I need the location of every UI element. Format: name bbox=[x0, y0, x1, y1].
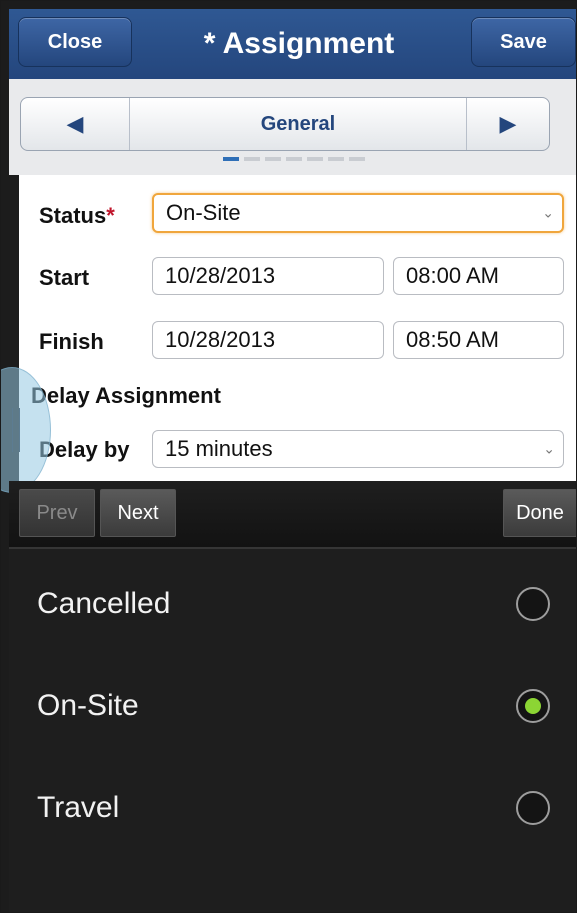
page-indicator-dot bbox=[286, 157, 302, 161]
start-date-field[interactable]: 10/28/2013 bbox=[152, 257, 384, 295]
page-indicator-dot bbox=[244, 157, 260, 161]
app-frame: Close * Assignment Save ◀ General ▶ Stat… bbox=[0, 0, 577, 913]
finish-date-field[interactable]: 10/28/2013 bbox=[152, 321, 384, 359]
picker-option-label: Travel bbox=[37, 791, 120, 824]
picker-option-label: Cancelled bbox=[37, 587, 171, 620]
picker-option-cancelled[interactable]: Cancelled bbox=[9, 553, 576, 655]
page-indicator-dot bbox=[349, 157, 365, 161]
radio-button-selected[interactable] bbox=[516, 689, 550, 723]
page-indicator-dot bbox=[328, 157, 344, 161]
grip-icon bbox=[12, 408, 20, 452]
picker-option-travel[interactable]: Travel bbox=[9, 757, 576, 859]
keyboard-toolbar: Prev Next Done bbox=[9, 481, 576, 547]
start-label: Start bbox=[39, 265, 90, 290]
page-indicator-dot bbox=[223, 157, 239, 161]
status-select-value: On-Site bbox=[166, 200, 241, 225]
finish-time-field[interactable]: 08:50 AM bbox=[393, 321, 564, 359]
page-indicator-dot bbox=[265, 157, 281, 161]
assignment-form: Status* On-Site ⌄ Start 10/28/2013 08:00… bbox=[19, 175, 576, 481]
save-button[interactable]: Save bbox=[471, 17, 576, 67]
previous-tab-button[interactable]: ◀ bbox=[21, 98, 130, 150]
triangle-right-icon: ▶ bbox=[499, 111, 517, 136]
status-picker-list: Cancelled On-Site Travel bbox=[9, 547, 576, 912]
delay-label: Delay by bbox=[39, 437, 130, 462]
tab-navigation: ◀ General ▶ bbox=[9, 79, 576, 175]
status-select[interactable]: On-Site ⌄ bbox=[152, 193, 564, 233]
picker-option-on-site[interactable]: On-Site bbox=[9, 655, 576, 757]
tab-general[interactable]: General bbox=[131, 98, 465, 150]
radio-button[interactable] bbox=[516, 791, 550, 825]
triangle-left-icon: ◀ bbox=[66, 111, 84, 136]
page-indicator bbox=[223, 157, 365, 161]
start-time-field[interactable]: 08:00 AM bbox=[393, 257, 564, 295]
prev-button[interactable]: Prev bbox=[19, 489, 95, 537]
required-marker: * bbox=[106, 203, 115, 228]
done-button[interactable]: Done bbox=[503, 489, 576, 537]
delay-select[interactable]: 15 minutes ⌄ bbox=[152, 430, 564, 468]
close-button[interactable]: Close bbox=[18, 17, 132, 67]
tab-bar: ◀ General ▶ bbox=[20, 97, 550, 151]
page-title: * Assignment bbox=[203, 27, 395, 60]
header-bar: Close * Assignment Save bbox=[9, 9, 576, 79]
chevron-down-icon: ⌄ bbox=[543, 440, 555, 457]
delay-select-value: 15 minutes bbox=[165, 436, 273, 461]
radio-button[interactable] bbox=[516, 587, 550, 621]
radio-selected-dot bbox=[525, 698, 541, 714]
next-button[interactable]: Next bbox=[100, 489, 176, 537]
finish-label: Finish bbox=[39, 329, 104, 354]
next-tab-button[interactable]: ▶ bbox=[466, 98, 549, 150]
picker-option-label: On-Site bbox=[37, 689, 139, 722]
status-label: Status* bbox=[39, 203, 115, 228]
section-title: Delay Assignment bbox=[31, 383, 221, 408]
chevron-down-icon: ⌄ bbox=[542, 204, 554, 221]
page-indicator-dot bbox=[307, 157, 323, 161]
